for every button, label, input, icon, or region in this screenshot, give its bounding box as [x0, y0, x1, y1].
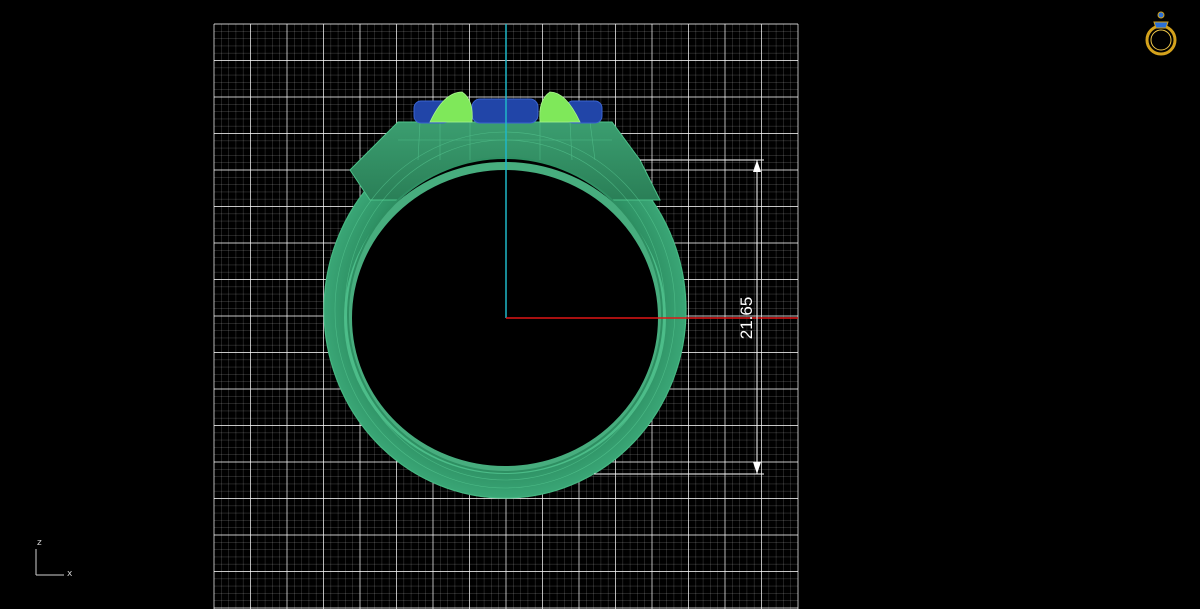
- axis-indicator: z x: [35, 538, 73, 579]
- ring-model[interactable]: [323, 91, 687, 499]
- dimension-label: 21.65: [737, 297, 756, 340]
- ring-view-icon[interactable]: [1145, 11, 1177, 56]
- axis-label-x: x: [67, 569, 73, 579]
- axis-label-z: z: [37, 538, 42, 548]
- center-stone[interactable]: [471, 98, 539, 124]
- 3d-viewport[interactable]: 21.65 z x: [0, 0, 1200, 609]
